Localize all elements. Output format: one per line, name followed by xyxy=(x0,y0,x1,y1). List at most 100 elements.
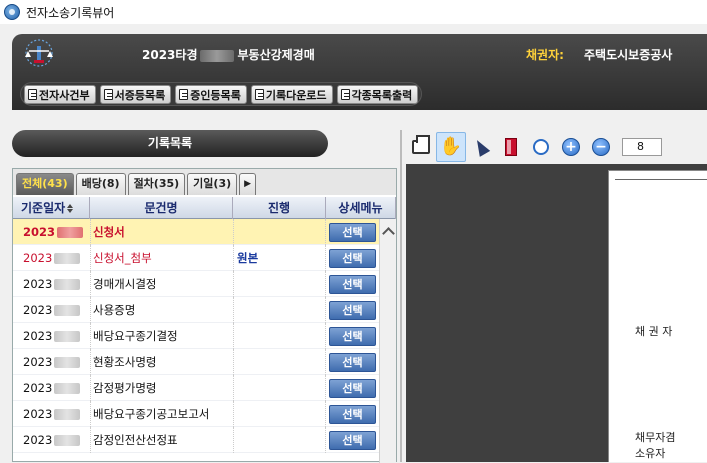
row-menu: 선택 xyxy=(326,297,379,323)
row-progress xyxy=(233,374,326,401)
select-button[interactable]: 선택 xyxy=(329,352,376,372)
witness-list-button[interactable]: 증인등목록 xyxy=(175,85,247,104)
case-title: 2023타경 부동산강제경매 xyxy=(142,46,315,63)
zoom-out-icon: − xyxy=(592,138,610,156)
select-button[interactable]: 선택 xyxy=(329,222,376,242)
print-button[interactable] xyxy=(406,132,436,162)
hand-tool-button[interactable]: ✋ xyxy=(436,132,466,162)
row-document-name[interactable]: 신청서_첨부 xyxy=(90,244,233,271)
record-download-button[interactable]: 기록다운로드 xyxy=(250,85,333,104)
row-menu: 선택 xyxy=(326,401,379,427)
tab-all[interactable]: 전체(43) xyxy=(16,173,74,195)
row-document-name[interactable]: 사용증명 xyxy=(90,296,233,323)
creditor-label: 채권자: xyxy=(526,48,564,62)
select-button[interactable]: 선택 xyxy=(329,300,376,320)
window-title: 전자소송기록뷰어 xyxy=(26,5,115,20)
document-viewer[interactable]: 채 권 자 채무자겸 소유자 xyxy=(406,164,707,462)
row-document-name[interactable]: 신청서 xyxy=(90,218,233,245)
page-rule xyxy=(615,179,707,180)
bookmark-icon xyxy=(505,138,517,156)
row-date: 2023 xyxy=(13,375,90,401)
select-button[interactable]: 선택 xyxy=(329,378,376,398)
redacted-date xyxy=(54,252,81,264)
row-menu: 선택 xyxy=(326,375,379,401)
app-icon xyxy=(4,4,20,20)
table-row[interactable]: 2023 감정평가명령 선택 xyxy=(13,374,379,401)
row-document-name[interactable]: 배당요구종기공고보고서 xyxy=(90,400,233,427)
row-menu: 선택 xyxy=(326,245,379,271)
circle-icon xyxy=(533,139,549,155)
redacted-date xyxy=(54,434,81,446)
print-icon xyxy=(340,89,350,100)
panel-splitter[interactable] xyxy=(400,130,402,462)
redacted-date xyxy=(57,226,84,238)
main-toolbar: 전자사건부 서증등목록 증인등목록 기록다운로드 각종목록출력 xyxy=(20,82,423,106)
tab-distribution[interactable]: 배당(8) xyxy=(75,173,126,195)
case-book-button[interactable]: 전자사건부 xyxy=(24,85,96,104)
table-row[interactable]: 2023 신청서 선택 xyxy=(13,218,379,245)
case-number-prefix: 2023타경 xyxy=(142,48,198,62)
table-row[interactable]: 2023 신청서_첨부 원본 선택 xyxy=(13,244,379,271)
row-document-name[interactable]: 감정평가명령 xyxy=(90,374,233,401)
zoom-out-button[interactable]: − xyxy=(586,132,616,162)
scroll-up-arrow-icon[interactable] xyxy=(383,227,393,237)
tab-more-arrow-icon[interactable]: ▶ xyxy=(239,173,257,195)
tab-hearing[interactable]: 기일(3) xyxy=(187,173,238,195)
select-button[interactable]: 선택 xyxy=(329,248,376,268)
table-row[interactable]: 2023 감정인전산선정표 선택 xyxy=(13,426,379,453)
redacted-date xyxy=(54,330,81,342)
row-date: 2023 xyxy=(13,297,90,323)
table-row[interactable]: 2023 배당요구종기공고보고서 선택 xyxy=(13,400,379,427)
bookmark-button[interactable] xyxy=(496,132,526,162)
table-row[interactable]: 2023 사용증명 선택 xyxy=(13,296,379,323)
table-row[interactable]: 2023 배당요구종기결정 선택 xyxy=(13,322,379,349)
vertical-scrollbar[interactable] xyxy=(379,219,396,463)
row-progress xyxy=(233,426,326,453)
zoom-input[interactable]: 8 xyxy=(622,138,662,156)
zoom-in-button[interactable]: + xyxy=(556,132,586,162)
document-page: 채 권 자 채무자겸 소유자 xyxy=(608,170,707,462)
table-row[interactable]: 2023 경매개시결정 선택 xyxy=(13,270,379,297)
evidence-list-button[interactable]: 서증등목록 xyxy=(99,85,172,104)
row-progress xyxy=(233,400,326,427)
select-button[interactable]: 선택 xyxy=(329,430,376,450)
download-icon xyxy=(254,89,264,100)
row-document-name[interactable]: 감정인전산선정표 xyxy=(90,426,233,453)
record-list-panel: 전체(43) 배당(8) 절차(35) 기일(3) ▶ 기준일자 문건명 진행 … xyxy=(12,168,397,463)
viewer-toolbar: ✋ + − 8 xyxy=(406,130,707,164)
tab-procedure[interactable]: 절차(35) xyxy=(127,173,186,195)
row-document-name[interactable]: 배당요구종기결정 xyxy=(90,322,233,349)
row-document-name[interactable]: 현황조사명령 xyxy=(90,348,233,375)
select-tool-button[interactable] xyxy=(466,132,496,162)
row-date: 2023 xyxy=(13,323,90,349)
select-button[interactable]: 선택 xyxy=(329,326,376,346)
page-label-creditor: 채 권 자 xyxy=(635,325,673,338)
row-document-name[interactable]: 경매개시결정 xyxy=(90,270,233,297)
redacted-date xyxy=(54,304,81,316)
court-logo-icon xyxy=(25,39,53,67)
row-menu: 선택 xyxy=(326,271,379,297)
column-header-date[interactable]: 기준일자 xyxy=(13,197,90,219)
page-label-debtor-line1: 채무자겸 xyxy=(635,431,676,444)
row-menu: 선택 xyxy=(326,427,379,453)
page-label-debtor-line2: 소유자 xyxy=(635,447,666,460)
cursor-icon xyxy=(471,137,491,157)
case-header: 2023타경 부동산강제경매 채권자: 주택도시보증공사 전자사건부 서증등목록 … xyxy=(12,34,707,110)
case-type: 부동산강제경매 xyxy=(237,48,315,62)
row-date: 2023 xyxy=(13,219,90,245)
row-progress xyxy=(233,348,326,375)
redacted-case-number xyxy=(200,49,235,62)
table-row[interactable]: 2023 현황조사명령 선택 xyxy=(13,348,379,375)
row-date: 2023 xyxy=(13,349,90,375)
row-progress xyxy=(233,322,326,349)
record-list-title: 기록목록 xyxy=(12,130,328,157)
fit-button[interactable] xyxy=(526,132,556,162)
select-button[interactable]: 선택 xyxy=(329,274,376,294)
list-print-button[interactable]: 각종목록출력 xyxy=(336,85,419,104)
sort-icon[interactable] xyxy=(67,203,74,213)
redacted-date xyxy=(54,356,81,368)
redacted-date xyxy=(54,408,81,420)
row-date: 2023 xyxy=(13,245,90,271)
hand-icon: ✋ xyxy=(439,136,463,157)
select-button[interactable]: 선택 xyxy=(329,404,376,424)
